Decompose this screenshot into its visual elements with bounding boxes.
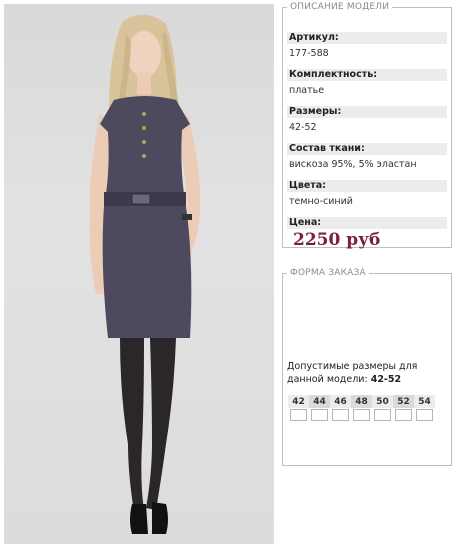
price-value: 2250 руб [293, 230, 381, 250]
size-48-quantity-input[interactable] [353, 409, 370, 421]
price-label: Цена: [287, 217, 447, 229]
description-panel: ОПИСАНИЕ МОДЕЛИ Артикул: 177-588 Комплек… [282, 2, 452, 250]
size-header: 42 [288, 395, 309, 408]
colors-label: Цвета: [287, 180, 447, 192]
size-46-quantity-input[interactable] [332, 409, 349, 421]
sku-label: Артикул: [287, 32, 447, 44]
size-52-quantity-input[interactable] [395, 409, 412, 421]
size-note: Допустимые размеры для данной модели: 42… [287, 360, 447, 386]
order-form-panel: ФОРМА ЗАКАЗА Допустимые размеры для данн… [282, 268, 452, 466]
sku-value: 177-588 [289, 48, 329, 59]
size-table: 42 44 46 48 50 52 54 [288, 395, 435, 421]
size-header: 54 [414, 395, 435, 408]
size-header: 52 [393, 395, 414, 408]
fabric-value: вискоза 95%, 5% эластан [289, 159, 417, 170]
size-header: 50 [372, 395, 393, 408]
fabric-label: Состав ткани: [287, 143, 447, 155]
size-header: 46 [330, 395, 351, 408]
size-header: 48 [351, 395, 372, 408]
size-50-quantity-input[interactable] [374, 409, 391, 421]
size-54-quantity-input[interactable] [416, 409, 433, 421]
size-header: 44 [309, 395, 330, 408]
sizes-value: 42-52 [289, 122, 317, 133]
sizes-label: Размеры: [287, 106, 447, 118]
order-legend: ФОРМА ЗАКАЗА [290, 268, 366, 278]
size-header-row: 42 44 46 48 50 52 54 [288, 395, 435, 408]
colors-value: темно-синий [289, 196, 353, 207]
product-photo [4, 4, 274, 544]
set-value: платье [289, 85, 325, 96]
description-legend: ОПИСАНИЕ МОДЕЛИ [290, 2, 390, 12]
size-note-range: 42-52 [370, 374, 402, 385]
size-input-row [288, 408, 435, 421]
size-42-quantity-input[interactable] [290, 409, 307, 421]
model-figure-illustration [89, 14, 201, 534]
size-44-quantity-input[interactable] [311, 409, 328, 421]
set-label: Комплектность: [287, 69, 447, 81]
